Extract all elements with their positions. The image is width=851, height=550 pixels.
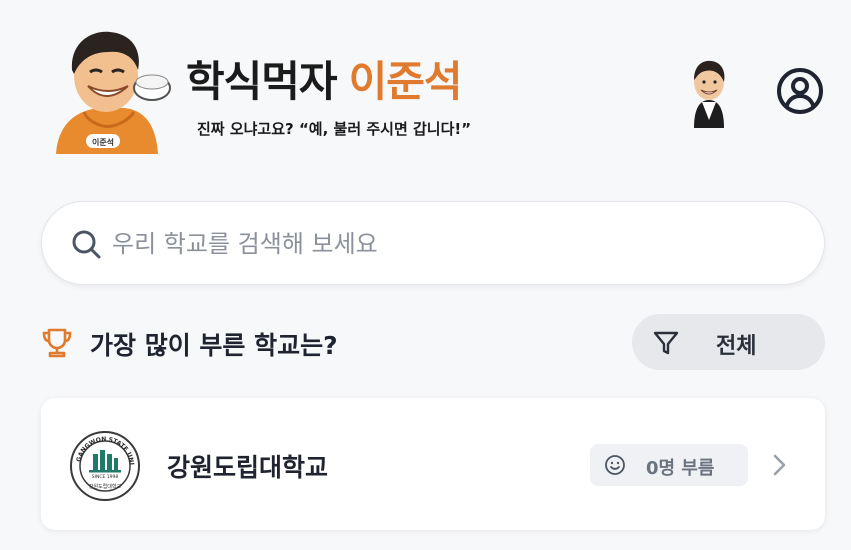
smile-icon (605, 455, 625, 475)
filter-icon (653, 331, 679, 355)
school-card[interactable]: GANGWON STATE UNIVERSITY SINCE 1998 강원도립… (41, 398, 825, 530)
filter-label: 전체 (716, 334, 757, 359)
brand-tagline: 진짜 오냐고요? “예, 불러 주시면 갑니다!” (197, 120, 472, 138)
trophy-icon (42, 328, 72, 358)
call-count-text: 0명 부름 (646, 458, 715, 479)
user-circle-icon[interactable] (776, 67, 824, 115)
avatar[interactable] (684, 56, 734, 128)
mascot-badge-text: 이준석 (92, 137, 114, 147)
chevron-right-icon[interactable] (769, 452, 789, 478)
ranking-title: 가장 많이 부른 학교는? (90, 331, 338, 360)
search-input[interactable] (112, 222, 802, 266)
school-emblem: GANGWON STATE UNIVERSITY SINCE 1998 강원도립… (69, 430, 140, 501)
mascot-logo: 이준석 (56, 31, 171, 154)
filter-button[interactable]: 전체 (632, 314, 825, 370)
search-icon (72, 230, 101, 259)
brand-title-main: 학식먹자 (186, 57, 338, 106)
brand-title: 학식먹자 이준석 (186, 48, 463, 109)
school-name: 강원도립대학교 (167, 453, 329, 482)
call-count-badge: 0명 부름 (590, 444, 748, 486)
emblem-text-bottom: 강원도립대학교 (89, 483, 122, 490)
header: 이준석 학식먹자 이준석 진짜 오냐고요? “예, 불러 주시면 갑니다!” (0, 0, 851, 170)
ranking-section: 가장 많이 부른 학교는? 전체 (40, 312, 826, 372)
emblem-since-text: SINCE 1998 (92, 474, 119, 480)
search-bar[interactable] (41, 201, 825, 285)
brand-title-accent: 이준석 (348, 57, 463, 106)
